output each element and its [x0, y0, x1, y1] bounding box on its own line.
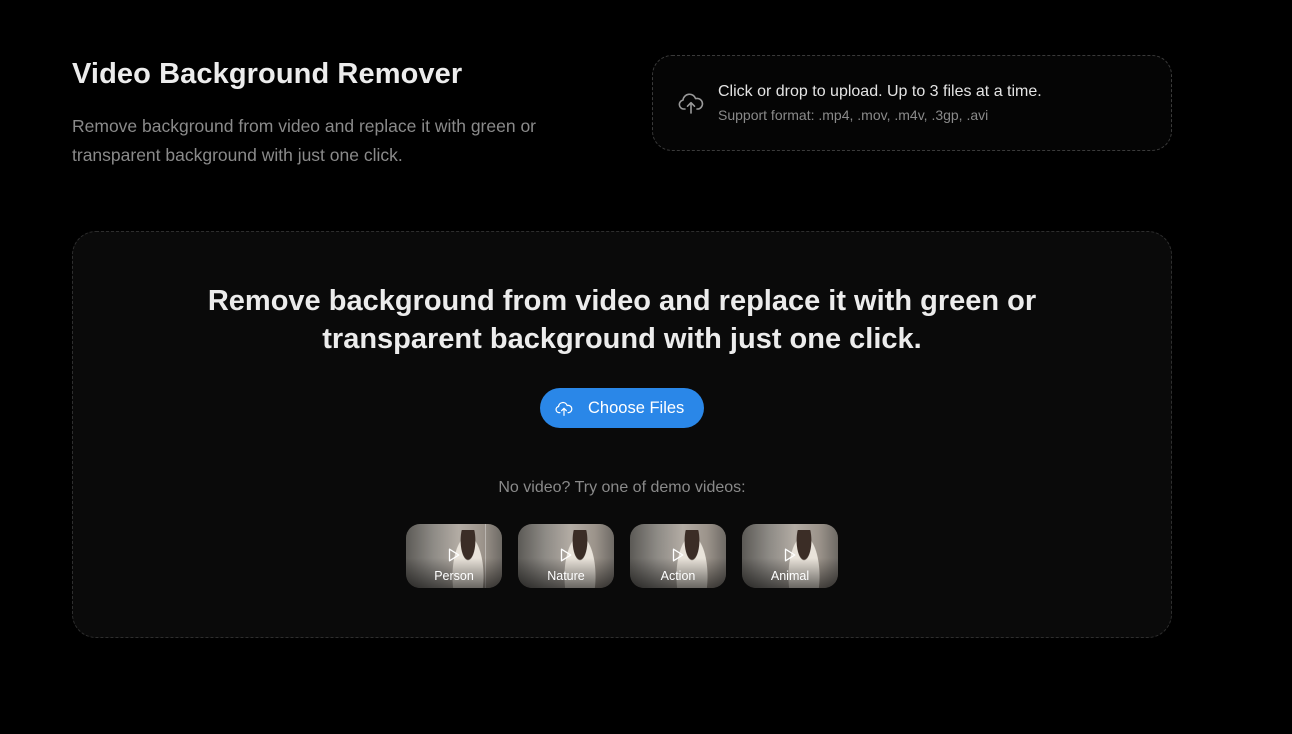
choose-files-label: Choose Files — [588, 399, 685, 417]
demo-video-person[interactable]: Person — [406, 524, 502, 588]
play-icon — [784, 548, 796, 562]
play-icon — [448, 548, 460, 562]
main-heading: Remove background from video and replace… — [207, 285, 1037, 355]
upload-text: Click or drop to upload. Up to 3 files a… — [718, 82, 1042, 124]
demo-video-animal[interactable]: Animal — [742, 524, 838, 588]
demo-videos-label: No video? Try one of demo videos: — [498, 479, 746, 496]
main-upload-card[interactable]: Remove background from video and replace… — [72, 231, 1172, 638]
page-title: Video Background Remover — [72, 58, 463, 90]
play-icon — [560, 548, 572, 562]
header: Video Background Remover Remove backgrou… — [72, 56, 632, 170]
upload-instructions: Click or drop to upload. Up to 3 files a… — [718, 83, 1042, 100]
cloud-upload-icon — [678, 93, 704, 114]
demo-video-label: Nature — [547, 569, 585, 583]
demo-video-nature[interactable]: Nature — [518, 524, 614, 588]
play-icon — [672, 548, 684, 562]
upload-dropzone[interactable]: Click or drop to upload. Up to 3 files a… — [652, 55, 1172, 151]
demo-video-label: Person — [434, 569, 474, 583]
upload-supported-formats: Support format: .mp4, .mov, .m4v, .3gp, … — [718, 107, 989, 123]
page-subtitle: Remove background from video and replace… — [72, 116, 536, 165]
page: Video Background Remover Remove backgrou… — [0, 0, 1292, 734]
demo-video-action[interactable]: Action — [630, 524, 726, 588]
choose-files-button[interactable]: Choose Files — [540, 388, 704, 428]
demo-videos-list: Person Nature Action Animal — [406, 524, 838, 588]
cloud-upload-icon — [555, 401, 573, 416]
demo-video-label: Animal — [770, 569, 810, 583]
demo-video-label: Action — [660, 569, 696, 583]
